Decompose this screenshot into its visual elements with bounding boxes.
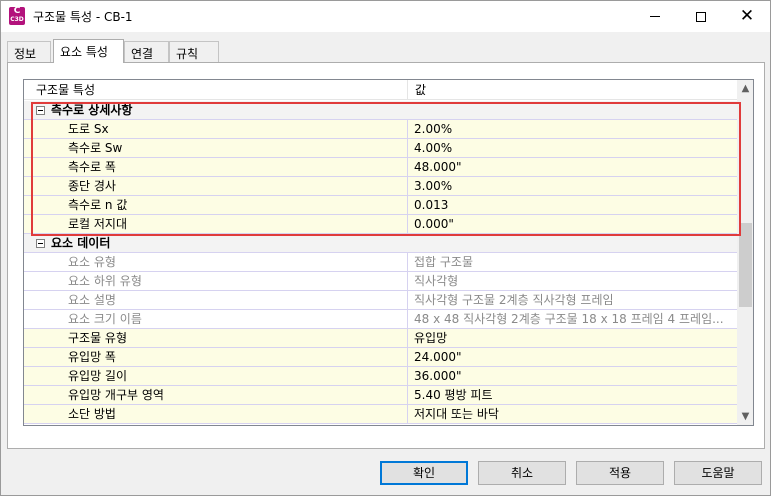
tab-info[interactable]: 정보 [7, 41, 51, 62]
property-name: 유입망 폭 [24, 348, 408, 366]
close-icon: ✕ [739, 6, 755, 26]
property-name: 종단 경사 [24, 177, 408, 195]
property-row[interactable]: 구조물 유형 유입망 [24, 329, 737, 348]
property-name: 요소 크기 이름 [24, 310, 408, 328]
apply-button[interactable]: 적용 [576, 461, 664, 485]
dialog-window: C C3D 구조물 특성 - CB-1 ✕ 정보 요소 특성 연결 규칙 구조물… [0, 0, 771, 496]
property-value[interactable]: 5.40 평방 피트 [409, 386, 737, 404]
property-row[interactable]: 도로 Sx 2.00% [24, 120, 737, 139]
property-grid: 구조물 특성 값 측수로 상세사항 도로 Sx 2.00% 측수로 Sw 4.0… [23, 79, 754, 426]
close-button[interactable]: ✕ [724, 1, 770, 32]
property-value: 48 x 48 직사각형 2계층 구조물 18 x 18 프레임 4 프레임..… [414, 312, 724, 326]
scroll-up-icon[interactable]: ▲ [737, 80, 753, 97]
property-value[interactable]: 저지대 또는 바닥 [409, 405, 737, 423]
maximize-button[interactable] [678, 1, 724, 32]
category-row[interactable]: 요소 데이터 [24, 234, 737, 253]
property-name: 도로 Sx [24, 120, 408, 138]
property-value[interactable]: 36.000" [409, 367, 737, 385]
property-row: 요소 설명 직사각형 구조물 2계층 직사각형 프레임 [24, 291, 737, 310]
property-value[interactable]: 0.000" [409, 215, 737, 233]
property-name: 측수로 폭 [24, 158, 408, 176]
civil3d-app-icon: C C3D [9, 7, 25, 25]
property-row[interactable]: 종단 경사 3.00% [24, 177, 737, 196]
maximize-icon [696, 11, 706, 22]
property-name: 측수로 n 값 [24, 196, 408, 214]
minimize-button[interactable] [632, 1, 678, 32]
title-bar[interactable]: C C3D 구조물 특성 - CB-1 ✕ [1, 1, 770, 32]
window-title: 구조물 특성 - CB-1 [33, 10, 133, 24]
property-name: 요소 유형 [24, 253, 408, 271]
tab-connections[interactable]: 연결 [124, 41, 169, 62]
property-value[interactable]: 48.000" [409, 158, 737, 176]
property-name: 측수로 Sw [24, 139, 408, 157]
tab-rules[interactable]: 규칙 [169, 41, 219, 62]
property-value[interactable]: 2.00% [409, 120, 737, 138]
property-row: 요소 크기 이름 48 x 48 직사각형 2계층 구조물 18 x 18 프레… [24, 310, 737, 329]
property-value[interactable]: 0.013 [409, 196, 737, 214]
tab-part-properties[interactable]: 요소 특성 [53, 39, 124, 63]
ok-button[interactable]: 확인 [380, 461, 468, 485]
scroll-down-icon[interactable]: ▼ [737, 408, 753, 425]
property-value[interactable]: 24.000" [409, 348, 737, 366]
help-button[interactable]: 도움말 [674, 461, 762, 485]
property-name: 로컬 저지대 [24, 215, 408, 233]
category-row[interactable]: 측수로 상세사항 [24, 101, 737, 120]
property-name: 요소 하위 유형 [24, 272, 408, 290]
property-value[interactable]: 4.00% [409, 139, 737, 157]
vertical-scrollbar[interactable]: ▲ ▼ [737, 80, 753, 425]
grid-rows: 측수로 상세사항 도로 Sx 2.00% 측수로 Sw 4.00% 측수로 폭 … [24, 101, 737, 424]
property-row: 요소 하위 유형 직사각형 [24, 272, 737, 291]
scrollbar-thumb[interactable] [739, 223, 752, 307]
property-name: 소단 방법 [24, 405, 408, 423]
app-icon-letter: C [13, 6, 21, 16]
property-name: 요소 설명 [24, 291, 408, 309]
property-value[interactable]: 유입망 [409, 329, 737, 347]
property-row[interactable]: 유입망 개구부 영역 5.40 평방 피트 [24, 386, 737, 405]
header-value[interactable]: 값 [409, 80, 737, 100]
minimize-icon [650, 16, 660, 17]
property-name: 구조물 유형 [24, 329, 408, 347]
collapse-icon[interactable] [36, 106, 45, 115]
property-row[interactable]: 유입망 폭 24.000" [24, 348, 737, 367]
category-label: 요소 데이터 [51, 236, 111, 250]
header-property-name[interactable]: 구조물 특성 [24, 80, 408, 100]
property-value: 직사각형 [414, 274, 459, 288]
property-row[interactable]: 소단 방법 저지대 또는 바닥 [24, 405, 737, 424]
property-name: 유입망 개구부 영역 [24, 386, 408, 404]
grid-header: 구조물 특성 값 [24, 80, 737, 100]
property-row[interactable]: 측수로 n 값 0.013 [24, 196, 737, 215]
category-label: 측수로 상세사항 [51, 103, 133, 117]
collapse-icon[interactable] [36, 239, 45, 248]
property-value[interactable]: 3.00% [409, 177, 737, 195]
property-row[interactable]: 유입망 길이 36.000" [24, 367, 737, 386]
property-row[interactable]: 로컬 저지대 0.000" [24, 215, 737, 234]
cancel-button[interactable]: 취소 [478, 461, 566, 485]
property-row: 요소 유형 접합 구조물 [24, 253, 737, 272]
property-name: 유입망 길이 [24, 367, 408, 385]
property-row[interactable]: 측수로 폭 48.000" [24, 158, 737, 177]
property-row[interactable]: 측수로 Sw 4.00% [24, 139, 737, 158]
property-value: 직사각형 구조물 2계층 직사각형 프레임 [414, 293, 614, 307]
app-icon-sub: C3D [10, 16, 24, 23]
property-value: 접합 구조물 [414, 255, 474, 269]
